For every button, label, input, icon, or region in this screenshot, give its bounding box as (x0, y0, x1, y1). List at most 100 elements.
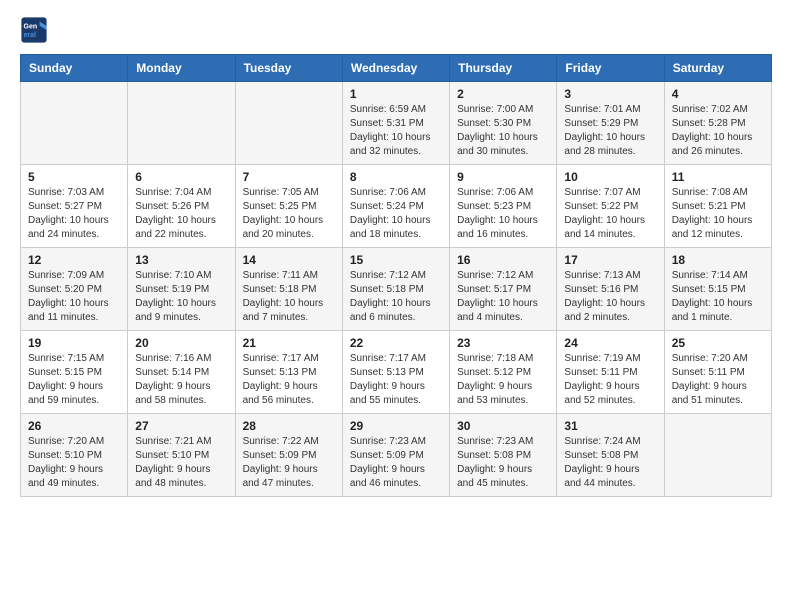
calendar-cell: 23 Sunrise: 7:18 AM Sunset: 5:12 PM Dayli… (450, 331, 557, 414)
calendar-cell: 6 Sunrise: 7:04 AM Sunset: 5:26 PM Daylig… (128, 165, 235, 248)
cell-content: Sunrise: 7:16 AM Sunset: 5:14 PM Dayligh… (135, 352, 227, 408)
day-number: 23 (457, 336, 549, 350)
svg-text:Gen: Gen (24, 24, 38, 31)
day-number: 30 (457, 419, 549, 433)
cell-content: Sunrise: 7:20 AM Sunset: 5:10 PM Dayligh… (28, 435, 120, 491)
calendar-cell: 22Sunrise: 7:17 AM Sunset: 5:13 PM Dayli… (342, 331, 449, 414)
calendar-cell: 8 Sunrise: 7:06 AM Sunset: 5:24 PM Daylig… (342, 165, 449, 248)
calendar-cell (128, 82, 235, 165)
cell-content: Sunrise: 7:22 AM Sunset: 5:09 PM Dayligh… (243, 435, 335, 491)
calendar-cell: 5 Sunrise: 7:03 AM Sunset: 5:27 PM Daylig… (21, 165, 128, 248)
cell-content: Sunrise: 7:04 AM Sunset: 5:26 PM Dayligh… (135, 186, 227, 242)
day-number: 20 (135, 336, 227, 350)
calendar-cell: 10 Sunrise: 7:07 AM Sunset: 5:22 PM Dayli… (557, 165, 664, 248)
weekday-header-thursday: Thursday (450, 55, 557, 82)
day-number: 14 (243, 253, 335, 267)
cell-content: Sunrise: 7:18 AM Sunset: 5:12 PM Dayligh… (457, 352, 549, 408)
calendar-cell: 20 Sunrise: 7:16 AM Sunset: 5:14 PM Dayli… (128, 331, 235, 414)
day-number: 29 (350, 419, 442, 433)
page: Gen eral SundayMondayTuesdayWednesdayThu… (0, 0, 792, 513)
calendar-header-row: SundayMondayTuesdayWednesdayThursdayFrid… (21, 55, 772, 82)
day-number: 10 (564, 170, 656, 184)
calendar-cell: 21 Sunrise: 7:17 AM Sunset: 5:13 PM Dayli… (235, 331, 342, 414)
cell-content: Sunrise: 7:23 AM Sunset: 5:08 PM Dayligh… (457, 435, 549, 491)
weekday-header-saturday: Saturday (664, 55, 771, 82)
calendar-cell: 16 Sunrise: 7:12 AM Sunset: 5:17 PM Dayli… (450, 248, 557, 331)
day-number: 13 (135, 253, 227, 267)
day-number: 7 (243, 170, 335, 184)
day-number: 26 (28, 419, 120, 433)
cell-content: Sunrise: 7:07 AM Sunset: 5:22 PM Dayligh… (564, 186, 656, 242)
calendar-cell: 11 Sunrise: 7:08 AM Sunset: 5:21 PM Dayli… (664, 165, 771, 248)
logo-icon: Gen eral (20, 16, 48, 44)
calendar-cell: 27 Sunrise: 7:21 AM Sunset: 5:10 PM Dayli… (128, 414, 235, 497)
cell-content: Sunrise: 7:12 AM Sunset: 5:17 PM Dayligh… (457, 269, 549, 325)
cell-content: Sunrise: 7:08 AM Sunset: 5:21 PM Dayligh… (672, 186, 764, 242)
cell-content: Sunrise: 7:09 AM Sunset: 5:20 PM Dayligh… (28, 269, 120, 325)
day-number: 19 (28, 336, 120, 350)
day-number: 16 (457, 253, 549, 267)
cell-content: Sunrise: 7:17 AM Sunset: 5:13 PM Dayligh… (243, 352, 335, 408)
day-number: 9 (457, 170, 549, 184)
cell-content: Sunrise: 7:15 AM Sunset: 5:15 PM Dayligh… (28, 352, 120, 408)
calendar-cell: 29Sunrise: 7:23 AM Sunset: 5:09 PM Dayli… (342, 414, 449, 497)
day-number: 27 (135, 419, 227, 433)
calendar-cell: 31 Sunrise: 7:24 AM Sunset: 5:08 PM Dayli… (557, 414, 664, 497)
day-number: 21 (243, 336, 335, 350)
calendar-cell: 30 Sunrise: 7:23 AM Sunset: 5:08 PM Dayli… (450, 414, 557, 497)
cell-content: Sunrise: 7:19 AM Sunset: 5:11 PM Dayligh… (564, 352, 656, 408)
cell-content: Sunrise: 7:00 AM Sunset: 5:30 PM Dayligh… (457, 103, 549, 159)
cell-content: Sunrise: 7:03 AM Sunset: 5:27 PM Dayligh… (28, 186, 120, 242)
day-number: 4 (672, 87, 764, 101)
cell-content: Sunrise: 7:06 AM Sunset: 5:24 PM Dayligh… (350, 186, 442, 242)
calendar-cell (664, 414, 771, 497)
cell-content: Sunrise: 7:10 AM Sunset: 5:19 PM Dayligh… (135, 269, 227, 325)
day-number: 12 (28, 253, 120, 267)
calendar-cell: 26 Sunrise: 7:20 AM Sunset: 5:10 PM Dayli… (21, 414, 128, 497)
calendar-cell: 18Sunrise: 7:14 AM Sunset: 5:15 PM Dayli… (664, 248, 771, 331)
logo: Gen eral (20, 16, 52, 44)
day-number: 28 (243, 419, 335, 433)
calendar-cell: 17 Sunrise: 7:13 AM Sunset: 5:16 PM Dayli… (557, 248, 664, 331)
calendar-cell: 9Sunrise: 7:06 AM Sunset: 5:23 PM Daylig… (450, 165, 557, 248)
calendar-week-row: 19 Sunrise: 7:15 AM Sunset: 5:15 PM Dayli… (21, 331, 772, 414)
calendar-cell: 13 Sunrise: 7:10 AM Sunset: 5:19 PM Dayli… (128, 248, 235, 331)
calendar-cell: 24 Sunrise: 7:19 AM Sunset: 5:11 PM Dayli… (557, 331, 664, 414)
day-number: 8 (350, 170, 442, 184)
cell-content: Sunrise: 6:59 AM Sunset: 5:31 PM Dayligh… (350, 103, 442, 159)
day-number: 5 (28, 170, 120, 184)
calendar-cell: 1Sunrise: 6:59 AM Sunset: 5:31 PM Daylig… (342, 82, 449, 165)
day-number: 15 (350, 253, 442, 267)
calendar-cell: 14 Sunrise: 7:11 AM Sunset: 5:18 PM Dayli… (235, 248, 342, 331)
day-number: 18 (672, 253, 764, 267)
cell-content: Sunrise: 7:05 AM Sunset: 5:25 PM Dayligh… (243, 186, 335, 242)
cell-content: Sunrise: 7:13 AM Sunset: 5:16 PM Dayligh… (564, 269, 656, 325)
calendar-cell (21, 82, 128, 165)
day-number: 25 (672, 336, 764, 350)
weekday-header-tuesday: Tuesday (235, 55, 342, 82)
day-number: 6 (135, 170, 227, 184)
cell-content: Sunrise: 7:11 AM Sunset: 5:18 PM Dayligh… (243, 269, 335, 325)
calendar-cell: 28 Sunrise: 7:22 AM Sunset: 5:09 PM Dayli… (235, 414, 342, 497)
cell-content: Sunrise: 7:01 AM Sunset: 5:29 PM Dayligh… (564, 103, 656, 159)
calendar-cell: 12 Sunrise: 7:09 AM Sunset: 5:20 PM Dayli… (21, 248, 128, 331)
svg-text:eral: eral (24, 32, 37, 39)
day-number: 17 (564, 253, 656, 267)
cell-content: Sunrise: 7:12 AM Sunset: 5:18 PM Dayligh… (350, 269, 442, 325)
calendar-cell: 2 Sunrise: 7:00 AM Sunset: 5:30 PM Daylig… (450, 82, 557, 165)
weekday-header-monday: Monday (128, 55, 235, 82)
day-number: 11 (672, 170, 764, 184)
cell-content: Sunrise: 7:20 AM Sunset: 5:11 PM Dayligh… (672, 352, 764, 408)
calendar-cell: 3Sunrise: 7:01 AM Sunset: 5:29 PM Daylig… (557, 82, 664, 165)
weekday-header-wednesday: Wednesday (342, 55, 449, 82)
day-number: 24 (564, 336, 656, 350)
day-number: 31 (564, 419, 656, 433)
cell-content: Sunrise: 7:24 AM Sunset: 5:08 PM Dayligh… (564, 435, 656, 491)
calendar-week-row: 12 Sunrise: 7:09 AM Sunset: 5:20 PM Dayli… (21, 248, 772, 331)
day-number: 2 (457, 87, 549, 101)
cell-content: Sunrise: 7:17 AM Sunset: 5:13 PM Dayligh… (350, 352, 442, 408)
cell-content: Sunrise: 7:02 AM Sunset: 5:28 PM Dayligh… (672, 103, 764, 159)
weekday-header-friday: Friday (557, 55, 664, 82)
cell-content: Sunrise: 7:21 AM Sunset: 5:10 PM Dayligh… (135, 435, 227, 491)
calendar-cell: 25 Sunrise: 7:20 AM Sunset: 5:11 PM Dayli… (664, 331, 771, 414)
